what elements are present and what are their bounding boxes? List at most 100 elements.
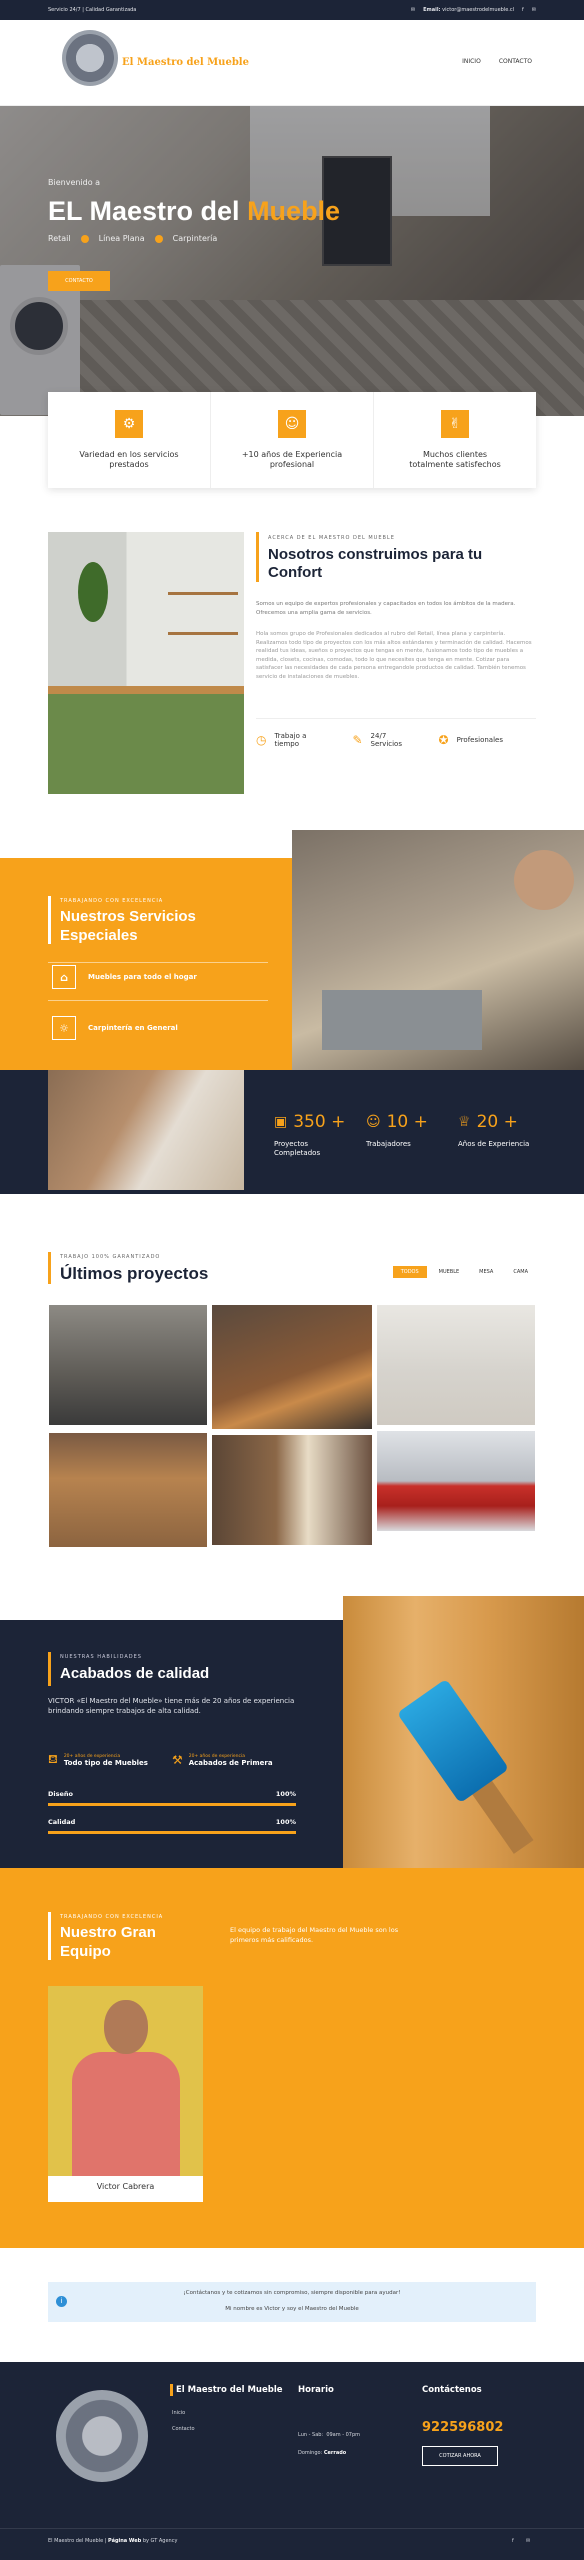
divider <box>0 2528 584 2529</box>
hero-overlay <box>0 106 584 416</box>
facebook-icon[interactable]: f <box>522 7 524 13</box>
about-image <box>48 532 244 794</box>
nav-inicio[interactable]: INICIO <box>462 58 481 65</box>
quote-button[interactable]: COTIZAR AHORA <box>422 2446 498 2466</box>
accent-bar <box>48 1912 51 1960</box>
thumbs-up-icon: ✌ <box>441 410 469 438</box>
about-kicker: ACERCA DE EL MAESTRO DEL MUEBLE <box>268 535 395 541</box>
quality-kicker: NUESTRAS HABILIDADES <box>60 1654 142 1660</box>
hero-tag: Carpintería <box>172 234 218 243</box>
project-image[interactable] <box>376 1304 536 1426</box>
main-nav: INICIO CONTACTO <box>462 58 532 65</box>
feature-item: ☺ +10 años de Experiencia profesional <box>211 392 374 488</box>
feature-item: ⚙ Variedad en los servicios prestados <box>48 392 211 488</box>
project-image[interactable] <box>48 1432 208 1548</box>
stats-image <box>48 1070 244 1190</box>
services-title: Nuestros Servicios Especiales <box>60 908 196 944</box>
filter-mesa[interactable]: MESA <box>471 1266 501 1278</box>
notice-line-2: Mi nombre es Victor y soy el Maestro del… <box>225 2306 359 2312</box>
projects-kicker: TRABAJO 100% GARANTIZADO <box>60 1254 161 1260</box>
service-item[interactable]: ⌂ Muebles para todo el hogar <box>52 965 197 989</box>
project-filters: TODOS MUEBLE MESA CAMA <box>392 1266 536 1278</box>
clock-icon: ◷ <box>256 733 267 747</box>
quality-badges: ⛾ 20+ años de experiencia Todo tipo de Mue… <box>48 1752 273 1767</box>
features-card: ⚙ Variedad en los servicios prestados ☺ … <box>48 392 536 488</box>
hero-tag: Línea Plana <box>98 234 145 243</box>
accent-bar <box>48 896 51 944</box>
notice-line-1: ¡Contáctanos y te cotizamos sin compromi… <box>183 2290 401 2296</box>
quality-title: Acabados de calidad <box>60 1665 210 1682</box>
footer-logo-icon <box>56 2390 148 2482</box>
email-link[interactable]: victor@maestrodelmueble.cl <box>442 7 514 13</box>
team-kicker: TRABAJANDO CON EXCELENCIA <box>60 1914 164 1920</box>
hours-title: Horario <box>298 2385 334 2395</box>
accent-bar <box>48 1252 51 1284</box>
trophy-icon: ♕ <box>458 1114 471 1130</box>
project-image[interactable] <box>48 1304 208 1426</box>
feature-item: ✌ Muchos clientes totalmente satisfechos <box>374 392 536 488</box>
team-title: Nuestro Gran Equipo <box>60 1924 156 1960</box>
hero-contact-button[interactable]: CONTACTO <box>48 271 110 291</box>
email-label: Email: <box>423 7 441 13</box>
about-intro: Somos un equipo de expertos profesionale… <box>256 601 516 616</box>
member-name: Victor Cabrera <box>96 2182 155 2191</box>
mail-small-icon: ✉ <box>410 7 416 13</box>
services-kicker: TRABAJANDO CON EXCELENCIA <box>60 898 164 904</box>
divider <box>256 718 536 719</box>
filter-cama[interactable]: CAMA <box>505 1266 536 1278</box>
hero-subtitle: Bienvenido a <box>48 178 101 187</box>
team-description: El equipo de trabajo del Maestro del Mue… <box>230 1926 399 1944</box>
gear-icon: ⚙ <box>115 410 143 438</box>
stat-projects: ▣ 350 + Proyectos Completados <box>274 1112 346 1158</box>
hammer-icon: ⚒ <box>171 1753 183 1767</box>
projects-title: Últimos proyectos <box>60 1264 209 1283</box>
mail-icon[interactable]: ✉ <box>532 7 536 13</box>
users-icon: ☺ <box>366 1114 381 1130</box>
briefcase-icon: ▣ <box>274 1114 288 1130</box>
hero-title: EL Maestro del Mueble <box>48 196 341 226</box>
project-image[interactable] <box>211 1304 373 1430</box>
about-body: Hola somos grupo de Profesionales dedica… <box>256 631 532 680</box>
hours-row: Domingo: Cerrado <box>298 2450 347 2456</box>
home-icon: ⌂ <box>52 965 76 989</box>
skill-bar-quality: Calidad 100% <box>48 1818 296 1834</box>
footer-link-contacto[interactable]: Contacto <box>172 2426 195 2432</box>
divider <box>48 1000 268 1001</box>
chair-icon: ⛾ <box>48 1752 58 1766</box>
footer-phone[interactable]: 922596802 <box>422 2420 503 2435</box>
footer-facebook-icon[interactable]: f <box>512 2538 514 2544</box>
service-item[interactable]: ☼ Carpintería en General <box>52 1016 178 1040</box>
hero-tag: Retail <box>48 234 71 243</box>
tools-icon: ✎ <box>352 733 363 747</box>
stat-workers: ☺ 10 + Trabajadores <box>366 1112 428 1148</box>
hours-row: Lun - Sab: 09am - 07pm <box>298 2432 360 2438</box>
logo-saw-icon[interactable] <box>62 30 118 86</box>
footer-mail-icon[interactable]: ✉ <box>526 2538 530 2544</box>
project-image[interactable] <box>211 1434 373 1546</box>
about-items: ◷ Trabajo a tiempo ✎ 24/7 Servicios ✪ Profe… <box>256 732 503 748</box>
quality-image <box>343 1596 584 1868</box>
accent-bar <box>48 1652 51 1686</box>
logo-text[interactable]: El Maestro del Mueble <box>122 57 249 68</box>
contact-title: Contáctenos <box>422 2385 482 2395</box>
quality-body: VICTOR «El Maestro del Mueble» tiene más… <box>48 1697 295 1716</box>
footer-brand: El Maestro del Mueble <box>176 2385 283 2395</box>
accent-bar <box>170 2384 173 2396</box>
services-image <box>292 830 584 1070</box>
hero-tags: Retail Línea Plana Carpintería <box>48 234 217 243</box>
skill-bar-design: Diseño 100% <box>48 1790 296 1806</box>
award-icon: ✪ <box>438 733 449 747</box>
user-icon: ☺ <box>278 410 306 438</box>
contact-notice <box>48 2282 536 2322</box>
filter-mueble[interactable]: MUEBLE <box>431 1266 468 1278</box>
bulb-icon: ☼ <box>52 1016 76 1040</box>
project-image[interactable] <box>376 1430 536 1532</box>
member-photo <box>48 1986 203 2176</box>
filter-todos[interactable]: TODOS <box>392 1266 427 1278</box>
nav-contacto[interactable]: CONTACTO <box>499 58 532 65</box>
top-bar: Servicio 24/7 | Calidad Garantizada ✉ Em… <box>0 0 584 20</box>
footer-link-inicio[interactable]: Inicio <box>172 2410 185 2416</box>
topbar-tagline: Servicio 24/7 | Calidad Garantizada <box>48 7 137 13</box>
stat-years: ♕ 20 + Años de Experiencia <box>458 1112 530 1148</box>
about-title: Nosotros construimos para tu Confort <box>268 546 483 581</box>
